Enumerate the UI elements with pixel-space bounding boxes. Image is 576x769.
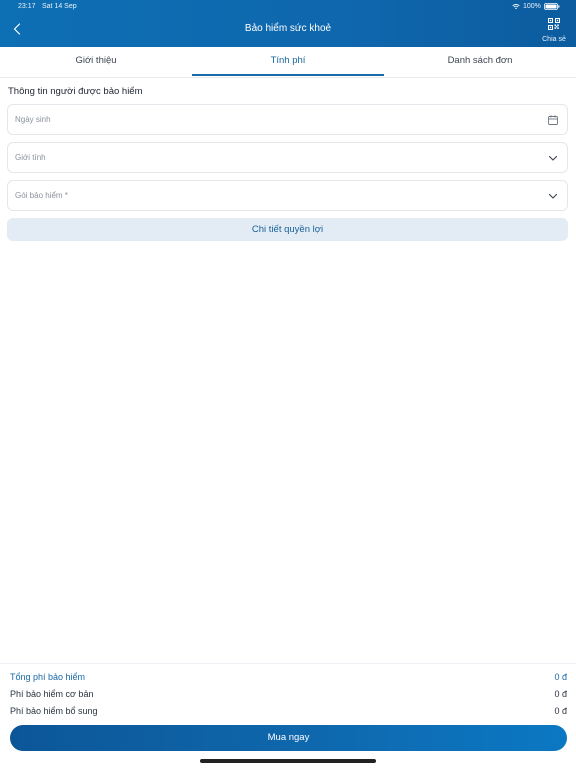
status-date: Sat 14 Sep: [42, 3, 77, 10]
insurance-package-select[interactable]: Gói bảo hiểm *: [7, 180, 568, 211]
battery-icon: [544, 3, 560, 10]
extra-premium-label: Phí bảo hiểm bổ sung: [10, 706, 98, 716]
fee-summary-panel: [0, 663, 576, 769]
tab-premium-calculation[interactable]: Tính phí: [192, 47, 384, 77]
total-premium-label: Tổng phí bảo hiểm: [10, 672, 86, 682]
share-label: Chia sẻ: [542, 36, 566, 43]
total-premium-value: 0 đ: [554, 672, 567, 682]
status-time: 23:17: [18, 3, 36, 10]
home-indicator[interactable]: [200, 759, 376, 763]
insurance-package-label: Gói bảo hiểm *: [15, 191, 68, 200]
birth-date-field[interactable]: Ngày sinh: [7, 104, 568, 135]
buy-now-button[interactable]: Mua ngay: [10, 725, 567, 751]
chevron-down-icon: [548, 155, 558, 161]
page-title: Bảo hiểm sức khoẻ: [244, 23, 332, 34]
basic-premium-label: Phí bảo hiểm cơ bản: [10, 689, 94, 699]
gender-label: Giới tính: [15, 153, 46, 162]
tab-bar: Giới thiệu Tính phí Danh sách đơn: [0, 47, 576, 78]
birth-date-label: Ngày sinh: [15, 115, 51, 124]
benefit-details-button[interactable]: Chi tiết quyền lợi: [7, 218, 568, 241]
extra-premium-value: 0 đ: [554, 706, 567, 716]
chevron-down-icon: [548, 193, 558, 199]
app-header: 23:17 Sat 14 Sep 100% Bảo hiểm sức khoẻ: [0, 0, 576, 47]
basic-premium-value: 0 đ: [554, 689, 567, 699]
share-button[interactable]: Chia sẻ: [536, 18, 572, 46]
battery-percent: 100%: [523, 3, 541, 10]
insured-info-heading: Thông tin người được bảo hiểm: [8, 86, 143, 97]
tab-intro[interactable]: Giới thiệu: [0, 47, 192, 77]
tab-policy-list[interactable]: Danh sách đơn: [384, 47, 576, 77]
wifi-icon: [512, 4, 520, 10]
qr-code-icon: [548, 18, 560, 30]
calendar-icon: [548, 115, 558, 125]
gender-select[interactable]: Giới tính: [7, 142, 568, 173]
